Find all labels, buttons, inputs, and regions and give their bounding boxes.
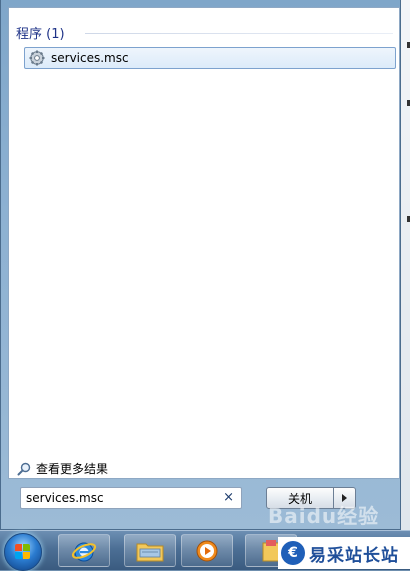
result-item-label: services.msc [51, 51, 129, 65]
start-search-box[interactable]: × [20, 487, 242, 509]
gear-icon [29, 50, 45, 66]
brand-logo-icon: € [281, 541, 305, 565]
desktop-background [400, 0, 410, 530]
taskbar-internet-explorer[interactable] [58, 534, 110, 567]
windows-logo-icon [15, 544, 31, 560]
ie-icon [71, 542, 97, 561]
brand-badge: € 易采站长站 [278, 537, 410, 569]
clear-search-icon[interactable]: × [223, 490, 234, 506]
start-button[interactable] [4, 533, 42, 571]
taskbar-media-player[interactable] [181, 534, 233, 567]
search-results-pane: 程序 (1) services.msc 查看更多结果 [8, 7, 400, 479]
taskbar-windows-explorer[interactable] [124, 534, 176, 567]
folder-icon [136, 543, 164, 561]
programs-section-title: 程序 (1) [16, 26, 65, 42]
see-more-label: 查看更多结果 [36, 462, 109, 476]
watermark: Baidu经验 [268, 504, 380, 528]
media-icon [196, 540, 218, 561]
see-more-results-link[interactable]: 查看更多结果 [17, 460, 108, 477]
result-item-services-msc[interactable]: services.msc [24, 47, 396, 69]
search-icon [17, 462, 31, 475]
section-divider [85, 33, 393, 34]
start-menu: 程序 (1) services.msc 查看更多结果 services.msc … [0, 0, 401, 530]
brand-text: 易采站长站 [309, 545, 399, 566]
search-input[interactable] [21, 491, 216, 505]
